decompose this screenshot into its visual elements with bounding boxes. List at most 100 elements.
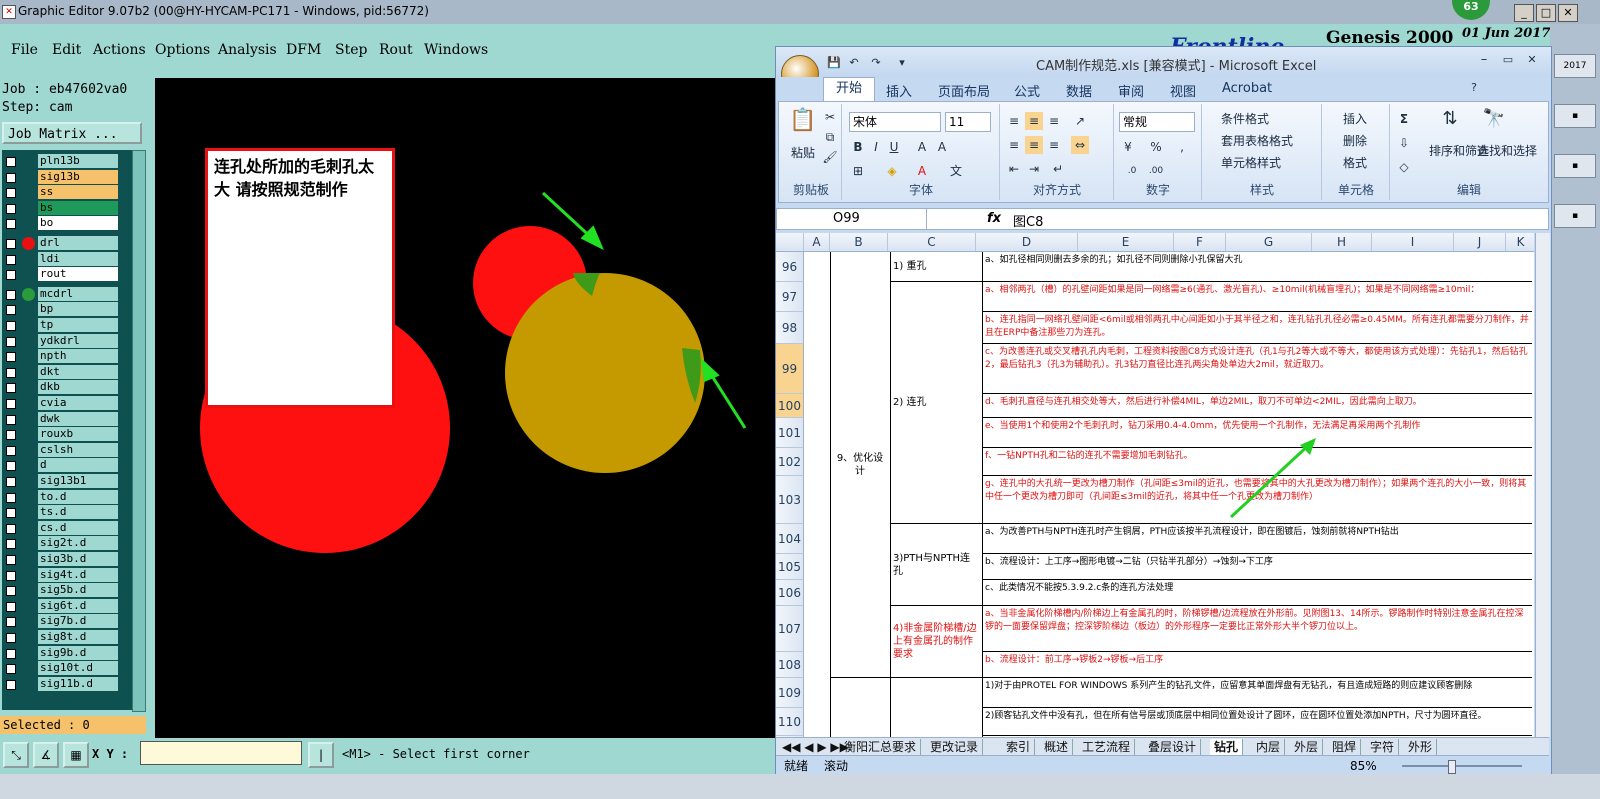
find-select-button[interactable]: 查找和选择 — [1477, 142, 1537, 159]
layer-row[interactable]: bo — [2, 216, 120, 231]
layer-row[interactable]: cs.d — [2, 520, 120, 536]
layer-checkbox[interactable] — [6, 508, 16, 519]
layer-checkbox[interactable] — [6, 321, 16, 331]
conditional-format-button[interactable]: 条件格式 — [1221, 110, 1269, 127]
layer-name[interactable]: cs.d — [38, 520, 118, 535]
layer-row[interactable]: dkb — [2, 380, 120, 395]
layer-checkbox[interactable] — [6, 555, 16, 565]
phonetic-icon[interactable]: 文 — [947, 162, 965, 180]
layer-name[interactable]: bp — [38, 302, 118, 317]
tab-formulas[interactable]: 公式 — [1014, 81, 1040, 100]
tab-page-layout[interactable]: 页面布局 — [938, 81, 990, 100]
layer-row[interactable]: drl — [2, 236, 120, 251]
layer-name[interactable]: sig3b.d — [38, 552, 118, 566]
decrease-decimal-icon[interactable]: .00 — [1147, 162, 1165, 180]
sheet-tab[interactable]: 字符 — [1366, 739, 1400, 755]
menu-rout[interactable]: Rout — [379, 42, 413, 58]
layer-row[interactable]: d — [2, 458, 120, 473]
fill-color-icon[interactable]: ◈ — [883, 162, 901, 180]
undo-icon[interactable]: ↶ — [846, 55, 862, 71]
insert-cells-button[interactable]: 插入 — [1343, 110, 1367, 127]
layer-name[interactable]: tp — [38, 318, 118, 332]
layer-checkbox[interactable] — [6, 664, 16, 675]
cell-style-button[interactable]: 单元格样式 — [1221, 154, 1281, 171]
layer-row[interactable]: sig6t.d — [2, 598, 120, 614]
close-button[interactable]: ✕ — [1524, 53, 1540, 67]
save-icon[interactable]: 💾 — [826, 55, 842, 71]
grid-icon[interactable]: ▦ — [63, 742, 89, 768]
strip-item[interactable]: ▪ — [1554, 204, 1596, 228]
zoom-slider-thumb[interactable] — [1448, 760, 1456, 774]
format-painter-icon[interactable]: 🖌 — [821, 148, 839, 166]
layer-row[interactable]: sig3b.d — [2, 552, 120, 567]
menu-step[interactable]: Step — [335, 42, 367, 58]
menu-actions[interactable]: Actions — [93, 42, 146, 58]
copy-icon[interactable]: ⧉ — [821, 128, 839, 146]
tab-insert[interactable]: 插入 — [886, 81, 912, 100]
sheet-tab[interactable]: 钻孔 — [1210, 739, 1244, 755]
sheet-tab[interactable]: 衡阳汇总要求 — [840, 739, 922, 755]
delete-cells-button[interactable]: 删除 — [1343, 132, 1367, 149]
layer-checkbox[interactable] — [6, 305, 16, 316]
layer-row[interactable]: rout — [2, 267, 120, 282]
job-matrix-button[interactable]: Job Matrix ... — [2, 122, 142, 144]
strip-item[interactable]: ▪ — [1554, 154, 1596, 178]
layer-checkbox[interactable] — [6, 523, 16, 534]
layer-row[interactable]: to.d — [2, 489, 120, 505]
layer-checkbox[interactable] — [6, 383, 16, 394]
layer-checkbox[interactable] — [6, 617, 16, 628]
find-icon[interactable]: 🔭 — [1481, 110, 1507, 136]
spreadsheet-grid[interactable]: ABCDEFGHIJKL 96a、如孔径相同则删去多余的孔；如孔径不同则删除小孔… — [776, 233, 1534, 737]
layer-row[interactable]: rouxb — [2, 427, 120, 442]
layer-row[interactable]: sig8t.d — [2, 630, 120, 645]
wrap-text-icon[interactable]: ↵ — [1049, 160, 1067, 178]
layer-name[interactable]: sig13b — [38, 169, 118, 184]
layer-row[interactable]: ts.d — [2, 505, 120, 520]
layer-checkbox[interactable] — [6, 188, 16, 199]
layer-name[interactable]: dwk — [38, 411, 118, 426]
zoom-level[interactable]: 85% — [1350, 756, 1377, 776]
layer-name[interactable]: sig7b.d — [38, 614, 118, 629]
fill-icon[interactable]: ⇩ — [1395, 134, 1413, 152]
layer-checkbox[interactable] — [6, 445, 16, 456]
grow-font-icon[interactable]: A — [913, 138, 931, 156]
tab-view[interactable]: 视图 — [1170, 81, 1196, 100]
layer-name[interactable]: rouxb — [38, 427, 118, 442]
tab-review[interactable]: 审阅 — [1118, 81, 1144, 100]
qat-menu-icon[interactable]: ▾ — [894, 55, 910, 71]
layer-row[interactable]: cvia — [2, 396, 120, 411]
layer-name[interactable]: d — [38, 458, 118, 473]
currency-icon[interactable]: ¥ — [1119, 138, 1137, 156]
comma-icon[interactable]: , — [1173, 138, 1191, 156]
layer-checkbox[interactable] — [6, 633, 16, 643]
layer-checkbox[interactable] — [6, 570, 16, 581]
layer-checkbox[interactable] — [6, 219, 16, 230]
layer-row[interactable]: sig13b1 — [2, 474, 120, 489]
layer-checkbox[interactable] — [6, 352, 16, 363]
maximize-button[interactable]: □ — [1536, 4, 1556, 22]
orientation-icon[interactable]: ↗ — [1071, 112, 1089, 130]
font-color-icon[interactable]: A — [913, 162, 931, 180]
measure-icon[interactable]: ∡ — [33, 742, 59, 768]
layer-row[interactable]: pln13b — [2, 154, 120, 169]
decrease-indent-icon[interactable]: ⇤ — [1005, 160, 1023, 178]
layer-checkbox[interactable] — [6, 289, 16, 300]
layer-row[interactable]: npth — [2, 349, 120, 364]
menu-windows[interactable]: Windows — [424, 42, 488, 58]
layer-checkbox[interactable] — [6, 539, 16, 550]
layer-name[interactable]: bs — [38, 200, 118, 215]
paste-button[interactable]: 粘贴 — [791, 144, 815, 161]
paste-icon[interactable]: 📋 — [789, 110, 817, 142]
layer-name[interactable]: sig2t.d — [38, 536, 118, 551]
sheet-tab[interactable]: 阻焊 — [1328, 739, 1362, 755]
clear-icon[interactable]: ◇ — [1395, 158, 1413, 176]
layer-name[interactable]: bo — [38, 216, 118, 231]
percent-icon[interactable]: % — [1147, 138, 1165, 156]
layer-row[interactable]: sig13b — [2, 169, 120, 185]
increase-indent-icon[interactable]: ⇥ — [1025, 160, 1043, 178]
align-bottom-icon[interactable]: ≡ — [1045, 112, 1063, 130]
sheet-tab[interactable]: 工艺流程 — [1078, 739, 1136, 755]
tab-acrobat[interactable]: Acrobat — [1222, 81, 1272, 96]
layer-checkbox[interactable] — [6, 399, 16, 409]
layer-checkbox[interactable] — [6, 336, 16, 347]
